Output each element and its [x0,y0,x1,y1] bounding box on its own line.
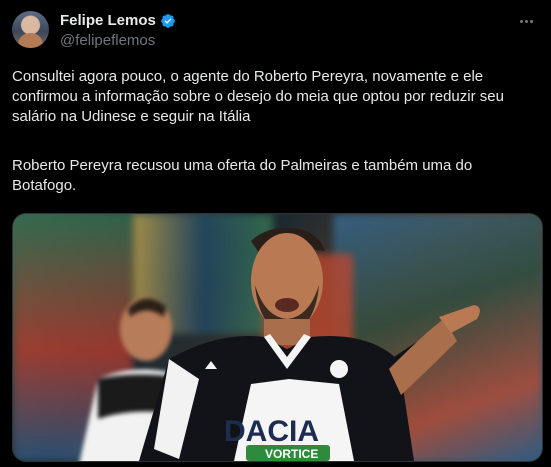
verified-badge-icon [161,13,175,28]
tweet-media-image[interactable]: DACIA VORTICE [12,213,543,462]
author-handle[interactable]: @felipeflemos [60,32,155,49]
author-name-row: Felipe Lemos [60,12,176,29]
avatar[interactable] [12,11,49,48]
tweet-header: Felipe Lemos @felipeflemos [12,11,539,51]
author-display-name[interactable]: Felipe Lemos [60,12,156,29]
main-player: DACIA VORTICE [139,227,480,461]
more-options-icon[interactable] [515,13,537,29]
tweet-paragraph-1: Consultei agora pouco, o agente do Rober… [12,68,504,125]
jersey-sleeve-text: VORTICE [265,447,318,461]
jersey-sponsor-text: DACIA [224,415,319,448]
tweet-paragraph-2: Roberto Pereyra recusou uma oferta do Pa… [12,157,473,194]
